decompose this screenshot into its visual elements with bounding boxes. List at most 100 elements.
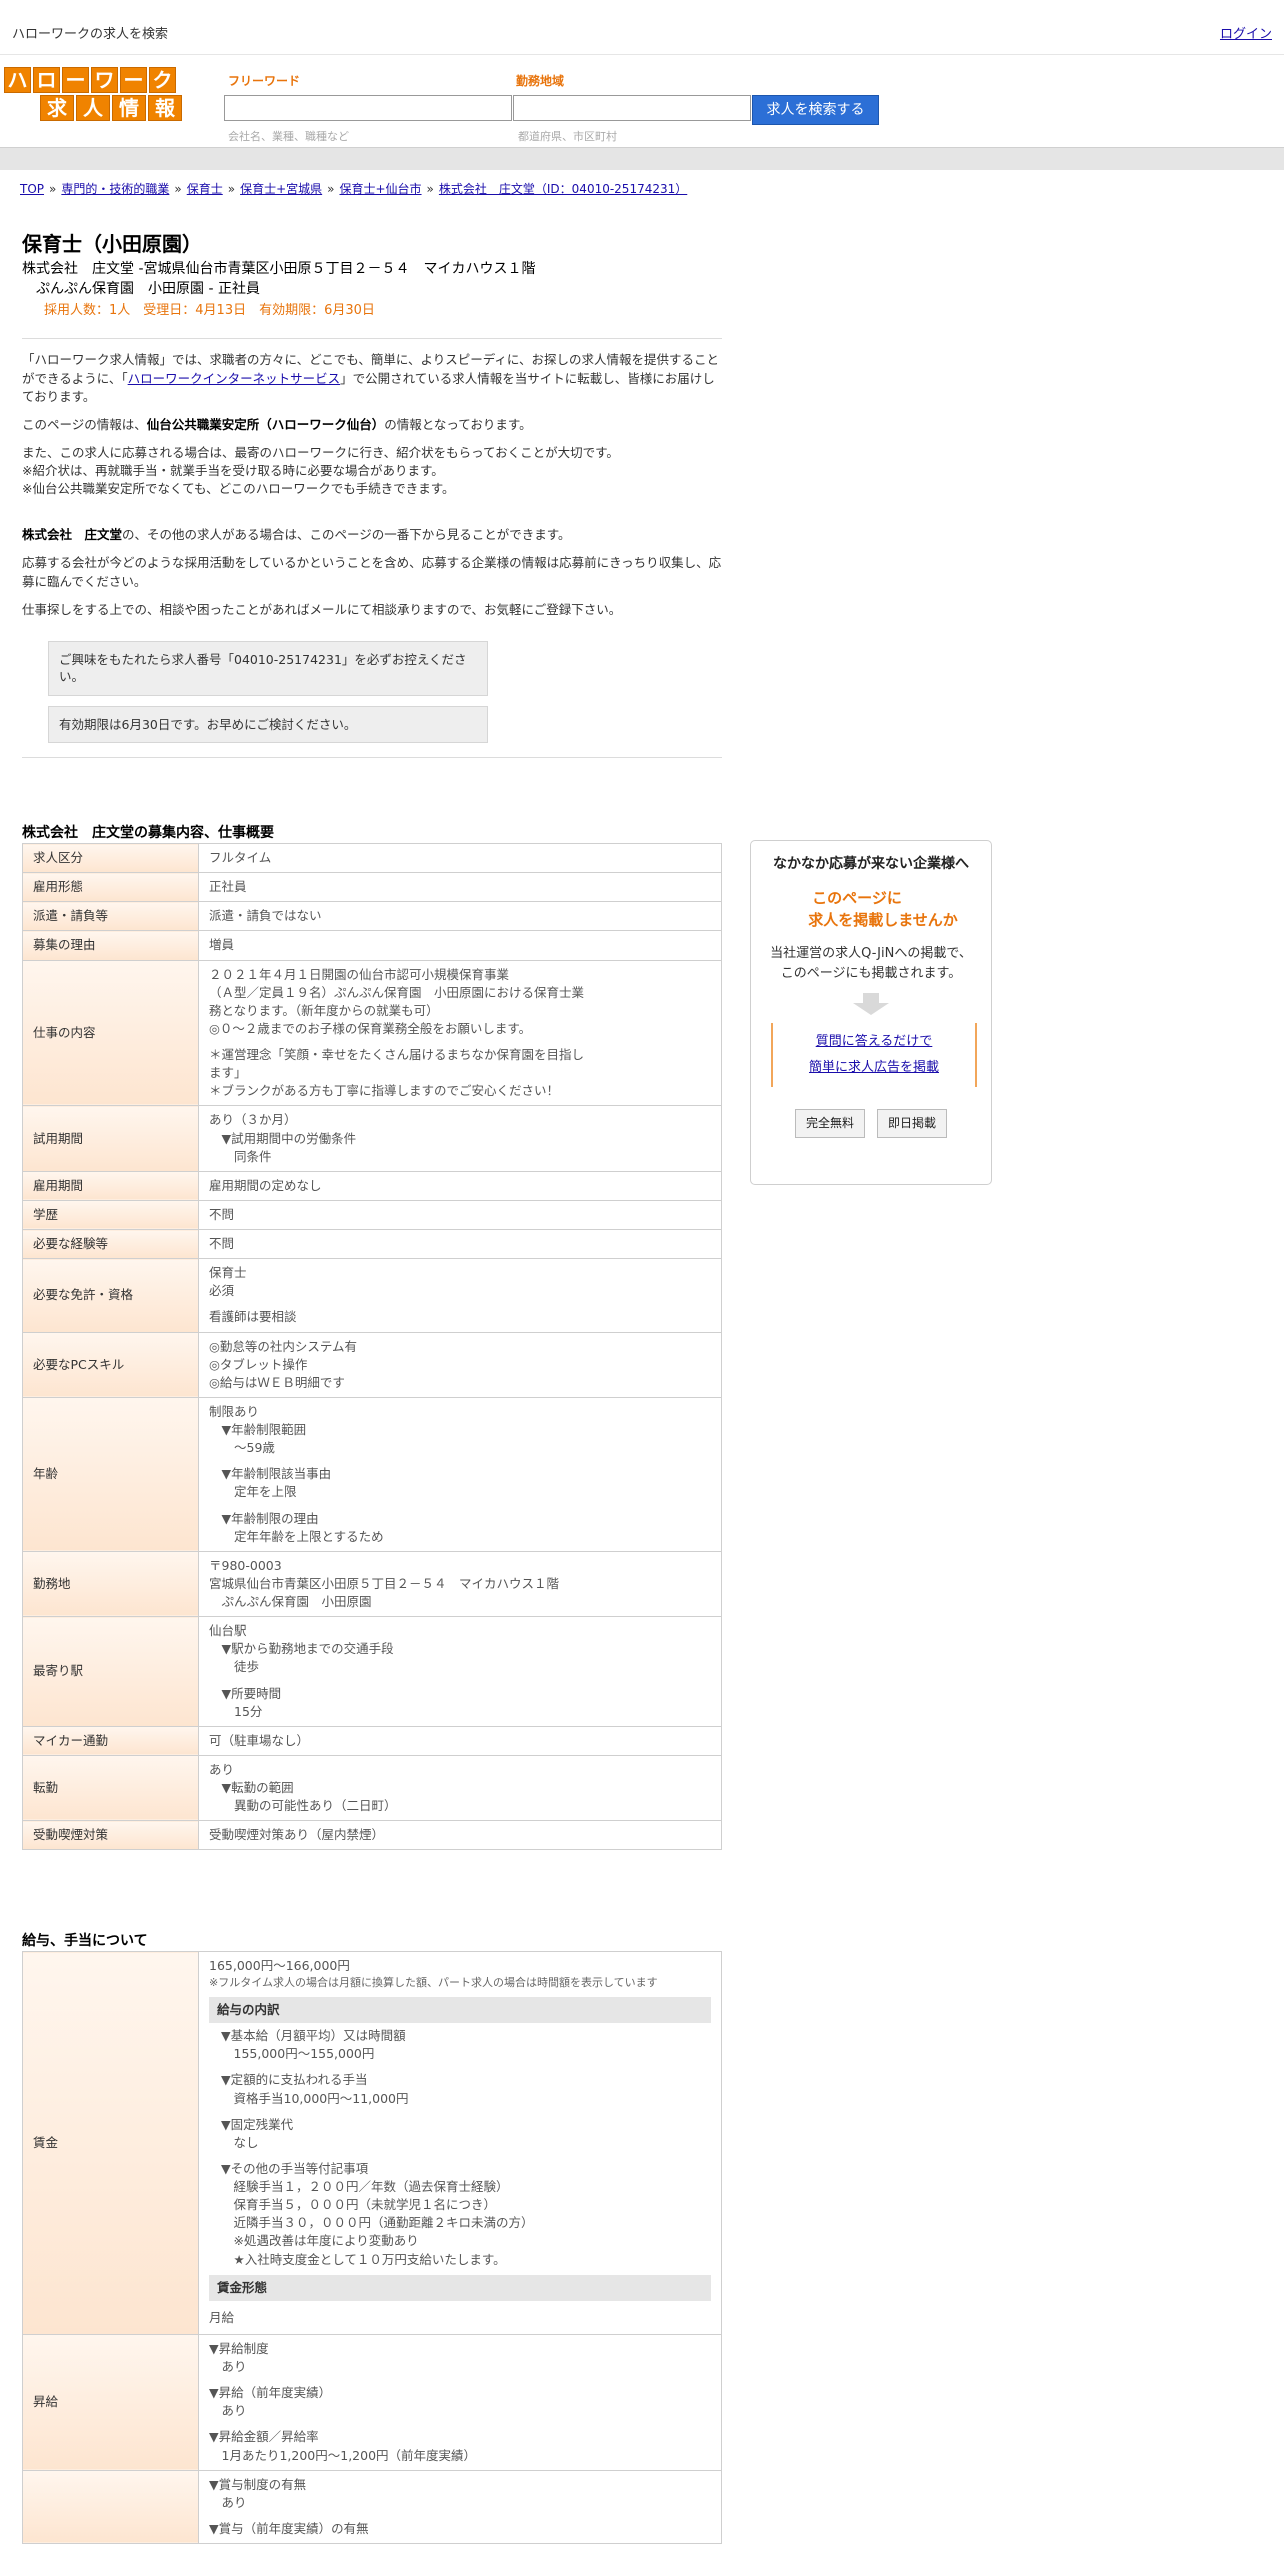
referral-paragraph: また、この求人に応募される場合は、最寄のハローワークに行き、紹介状をもらっておく… <box>22 444 619 497</box>
row-label: 募集の理由 <box>22 930 199 961</box>
row-value: ▼昇給制度 あり ▼昇給（前年度実績） あり ▼昇給金額／昇給率 1月あたり1,20… <box>198 2333 722 2471</box>
value-line: 定年を上限 <box>209 1484 297 1500</box>
table-row: 最寄り駅 仙台駅 ▼駅から勤務地までの交通手段 徒歩 ▼所要時間 15分 <box>22 1616 722 1727</box>
value-line: 仙台駅 <box>209 1623 247 1639</box>
wage-form-heading: 賃金形態 <box>209 2274 711 2301</box>
value-line: ★入社時支度金として１０万円支給いたします。 <box>221 2251 506 2267</box>
table-row: 賃金 165,000円〜166,000円 ※フルタイム求人の場合は月額に換算した… <box>22 1951 722 2335</box>
row-label: 必要な経験等 <box>22 1228 199 1260</box>
row-label: 学歴 <box>22 1199 199 1231</box>
header-divider-bar <box>0 147 1284 170</box>
ad-links: 質問に答えるだけで 簡単に求人広告を掲載 <box>771 1023 977 1088</box>
value-line: 同条件 <box>209 1148 272 1164</box>
logo-tile: 人 <box>76 95 110 121</box>
value-line: ▼駅から勤務地までの交通手段 <box>209 1641 394 1657</box>
divider <box>22 338 722 340</box>
expiry-notice: 有効期限は6月30日です。お早めにご検討ください。 <box>48 705 488 744</box>
site-title: ハローワークの求人を検索 <box>12 27 169 42</box>
row-label: 勤務地 <box>22 1550 199 1618</box>
intro-paragraph: 「ハローワーク求人情報」では、求職者の方々に、どこでも、簡単に、よりスピーディに… <box>22 352 720 404</box>
table-row: マイカー通勤 可（駐車場なし） <box>22 1725 722 1756</box>
table-row: 昇給 ▼昇給制度 あり ▼昇給（前年度実績） あり ▼昇給金額／昇給率 1月あたり1… <box>22 2333 722 2471</box>
row-value: フルタイム <box>198 842 722 874</box>
breadcrumb-link[interactable]: 保育士+仙台市 <box>339 182 421 196</box>
header: ハローワーク 求人情報 フリーワード 会社名、業種、職種など 勤務地域 都道府県… <box>0 55 1284 145</box>
table-row: 学歴 不問 <box>22 1199 722 1231</box>
logo-tile: 報 <box>148 95 182 121</box>
value-line: ▼賞与（前年度実績）の有無 <box>209 2520 369 2536</box>
table-row: 求人区分 フルタイム <box>22 842 722 874</box>
row-value: 不問 <box>198 1199 722 1231</box>
divider <box>22 757 722 759</box>
row-value: 派遣・請負ではない <box>198 901 722 932</box>
value-line: ▼固定残業代 <box>221 2116 294 2132</box>
ad-link-questions[interactable]: 質問に答えるだけで <box>816 1034 933 1049</box>
value-line: ＊運営理念「笑顔・幸せをたくさん届けるまちなか保育園を目指し <box>209 1047 585 1062</box>
value-line: ▼その他の手当等付記事項 <box>221 2160 369 2176</box>
row-label: 求人区分 <box>22 842 199 874</box>
value-line: （Ａ型／定員１９名）ぷんぷん保育園 小田原園における保育士業 <box>209 984 585 1000</box>
value-line: 保育手当５，０００円（未就学児１名につき） <box>221 2197 497 2213</box>
area-label: 勤務地域 <box>516 74 565 88</box>
value-line: ▼昇給制度 <box>209 2340 269 2356</box>
breadcrumb-link[interactable]: 保育士 <box>187 182 223 196</box>
freeword-input[interactable] <box>224 95 512 121</box>
breadcrumb-link[interactable]: 保育士+宮城県 <box>240 182 322 196</box>
breadcrumb-link[interactable]: TOP <box>20 182 44 196</box>
value-line: 〜59歳 <box>209 1440 275 1456</box>
value-line: 増員 <box>209 937 235 953</box>
free-button[interactable]: 完全無料 <box>794 1109 865 1138</box>
logo-tile: ー <box>62 67 89 93</box>
row-label: 必要なPCスキル <box>22 1331 199 1398</box>
value-line: ▼所要時間 <box>209 1685 282 1701</box>
top-bar: ハローワークの求人を検索 ログイン <box>0 0 1284 55</box>
ad-link-post[interactable]: 簡単に求人広告を掲載 <box>809 1060 939 1075</box>
breadcrumb-separator: » <box>49 182 57 196</box>
value-line: ▼年齢制限該当事由 <box>209 1466 332 1482</box>
value-line: ▼転勤の範囲 <box>209 1780 294 1795</box>
search-button[interactable]: 求人を検索する <box>752 95 879 125</box>
hellowork-service-link[interactable]: ハローワークインターネットサービス <box>128 371 341 386</box>
row-label: 派遣・請負等 <box>22 901 199 932</box>
value-line: 保育士 <box>209 1265 247 1281</box>
job-number-notice: ご興味をもたれたら求人番号「04010-25174231」を必ずお控えください。 <box>48 640 488 696</box>
ad-catch: このページに 求人を掲載しませんか <box>808 888 958 930</box>
logo-tile: ー <box>120 67 147 93</box>
value-line: 155,000円〜155,000円 <box>221 2046 375 2062</box>
login-link[interactable]: ログイン <box>1220 26 1272 44</box>
area-input[interactable] <box>513 95 751 121</box>
breadcrumb-link[interactable]: 株式会社 庄文堂（ID：04010-25174231） <box>439 182 687 196</box>
breadcrumb-link[interactable]: 専門的・技術的職業 <box>61 182 169 196</box>
breadcrumb-separator: » <box>174 182 182 196</box>
row-label: 昇給 <box>22 2333 199 2471</box>
value-line: ぷんぷん保育園 小田原園 <box>209 1594 372 1609</box>
value-line: 徒歩 <box>209 1659 260 1675</box>
value-line: ▼定額的に支払われる手当 <box>221 2072 368 2088</box>
research-paragraph: 応募する会社が今どのような採用活動をしているかということを含め、応募する企業様の… <box>22 555 722 589</box>
value-line: ２０２１年４月１日開園の仙台市認可小規模保育事業 <box>209 966 510 982</box>
logo-tile: ワ <box>91 67 118 93</box>
value-line: ます」 <box>209 1065 247 1081</box>
company-line: 株式会社 庄文堂 -宮城県仙台市青葉区小田原５丁目２－５４ マイカハウス１階 <box>22 261 536 277</box>
value-line: ◎０～２歳までのお子様の保育業務全般をお願いします。 <box>209 1020 532 1036</box>
value-line: 宮城県仙台市青葉区小田原５丁目２－５４ マイカハウス１階 <box>209 1575 560 1591</box>
consult-paragraph: 仕事探しをする上での、相談や困ったことがあればメールにて相談承りますので、お気軽… <box>22 601 622 617</box>
ad-description: 当社運営の求人Q-JiNへの掲載で、 このページにも掲載されます。 <box>770 945 972 982</box>
table-row: 受動喫煙対策 受動喫煙対策あり（屋内禁煙） <box>22 1820 722 1851</box>
overview-table: 求人区分 フルタイム 雇用形態 正社員 派遣・請負等 派遣・請負ではない 募集の理由 増員 仕事… <box>22 842 722 1851</box>
site-logo[interactable]: ハローワーク 求人情報 <box>4 67 182 125</box>
value-line: ▼試用期間中の労働条件 <box>209 1130 357 1146</box>
row-label: 仕事の内容 <box>22 959 199 1107</box>
table-row: 雇用形態 正社員 <box>22 872 722 903</box>
value-line: 不問 <box>209 1206 235 1222</box>
value-line: ＊ブランクがある方も丁寧に指導しますのでご安心ください！ <box>209 1083 560 1099</box>
row-label: 転勤 <box>22 1754 199 1822</box>
table-row: 募集の理由 増員 <box>22 930 722 961</box>
same-day-button[interactable]: 即日掲載 <box>877 1109 948 1138</box>
row-label: マイカー通勤 <box>22 1725 199 1756</box>
logo-tile: 情 <box>112 95 146 121</box>
